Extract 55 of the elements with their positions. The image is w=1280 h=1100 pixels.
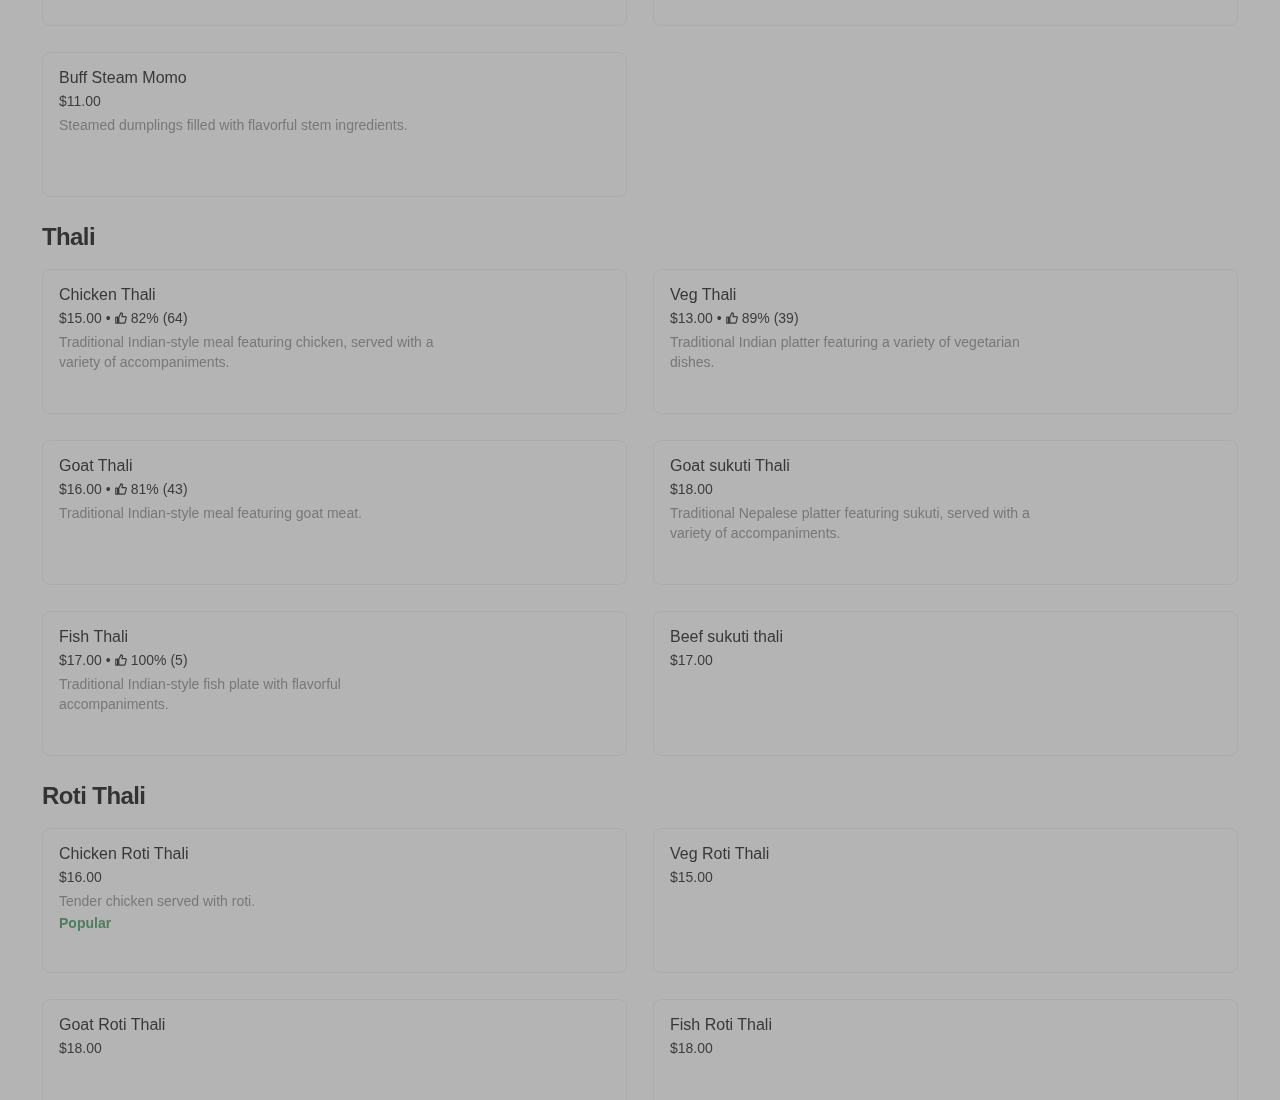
item-name: Beef sukuti thali (670, 627, 784, 647)
item-description: Traditional Indian-style fish plate with flavorful accompaniments. (59, 675, 342, 714)
menu-item-card[interactable]: Fish Thali $17.00 • 100% (5) Traditional Indian-style fish plate with flavorful accompaniments. (42, 611, 627, 756)
item-name: Fish Thali (59, 627, 130, 647)
thumbs-up-icon (114, 654, 127, 666)
menu-item-card[interactable]: Buff Steam Momo $11.00 Steamed dumplings filled with flavorful stem ingredients. (42, 52, 627, 197)
separator-dot: • (105, 651, 111, 670)
item-description: Steamed dumplings filled with flavorful stem ingredients. (59, 116, 409, 135)
menu-item-card[interactable]: Goat Roti Thali $18.00 (42, 999, 627, 1100)
separator-dot: • (716, 309, 722, 328)
menu-item-card[interactable]: Veg Thali $13.00 • 89% (39) Traditional Indian platter featuring a variety of vegetarian dishes. (653, 269, 1238, 414)
item-name: Veg Thali (670, 285, 738, 305)
item-price: $16.00 (59, 868, 102, 887)
item-rating: 81% (43) (130, 480, 188, 499)
item-name: Buff Steam Momo (59, 68, 188, 88)
separator-dot: • (105, 480, 111, 499)
item-description: Traditional Indian platter featuring a variety of vegetarian dishes. (670, 333, 1021, 372)
item-name: Goat sukuti Thali (670, 456, 791, 476)
item-price: $13.00 (670, 309, 713, 328)
section-heading: Roti Thali (42, 781, 146, 811)
item-price: $15.00 (59, 309, 102, 328)
item-rating: 100% (5) (130, 651, 188, 670)
item-description: Traditional Indian-style meal featuring chicken, served with a variety of accompaniments. (59, 333, 435, 372)
item-name: Fish Roti Thali (670, 1015, 773, 1035)
item-name: Goat Roti Thali (59, 1015, 167, 1035)
menu-item-card[interactable]: Chicken Roti Thali $16.00 Tender chicken served with roti. Popular (42, 828, 627, 973)
item-price: $16.00 (59, 480, 102, 499)
section-heading: Thali (42, 222, 95, 252)
menu-item-card[interactable]: Goat sukuti Thali $18.00 Traditional Nepalese platter featuring sukuti, served with a variety of accompaniments. (653, 440, 1238, 585)
item-price: $11.00 (59, 92, 101, 111)
menu-item-card[interactable]: Beef sukuti thali $17.00 (653, 611, 1238, 756)
item-description: Traditional Indian-style meal featuring goat meat. (59, 504, 363, 523)
menu-item-card[interactable]: Goat Thali $16.00 • 81% (43) Traditional Indian-style meal featuring goat meat. (42, 440, 627, 585)
popular-label: Popular (59, 914, 112, 933)
menu-item-card[interactable]: Veg Roti Thali $15.00 (653, 828, 1238, 973)
item-rating: 89% (39) (741, 309, 799, 328)
thumbs-up-icon (725, 312, 738, 324)
item-price: $18.00 (670, 1039, 713, 1058)
thumbs-up-icon (114, 312, 127, 324)
item-price: $17.00 (670, 651, 713, 670)
item-price: $15.00 (670, 868, 713, 887)
item-price: $18.00 (670, 480, 713, 499)
item-name: Goat Thali (59, 456, 134, 476)
item-description: Traditional Nepalese platter featuring sukuti, served with a variety of accompaniments. (670, 504, 1031, 543)
separator-dot: • (105, 309, 111, 328)
item-name: Chicken Roti Thali (59, 844, 190, 864)
thumbs-up-icon (114, 483, 127, 495)
item-name: Veg Roti Thali (670, 844, 771, 864)
menu-item-card[interactable]: Fish Roti Thali $18.00 (653, 999, 1238, 1100)
item-price: $18.00 (59, 1039, 102, 1058)
item-description: Tender chicken served with roti. (59, 892, 257, 911)
menu-item-card[interactable]: Chicken Thali $15.00 • 82% (64) Traditional Indian-style meal featuring chicken, served with a variety of accompaniments. (42, 269, 627, 414)
item-name: Chicken Thali (59, 285, 157, 305)
item-price: $17.00 (59, 651, 102, 670)
item-rating: 82% (64) (130, 309, 188, 328)
